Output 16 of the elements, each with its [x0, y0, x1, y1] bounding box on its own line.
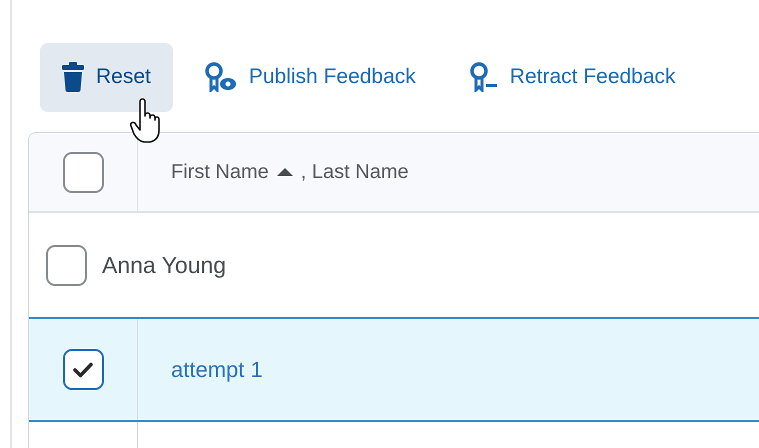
sort-up-icon: [276, 167, 294, 177]
checkbox[interactable]: [46, 244, 87, 286]
student-name: Anna Young: [102, 250, 226, 280]
toolbar-button[interactable]: Reset: [40, 42, 173, 112]
ribbon-eye-icon: [204, 62, 237, 92]
column-header-link[interactable]: , Last Name: [300, 157, 409, 187]
trash-icon: [62, 62, 84, 92]
column-header-link[interactable]: First Name: [171, 157, 269, 187]
table-row[interactable]: attempt 1: [29, 317, 759, 422]
attempt-link[interactable]: attempt 1: [171, 353, 263, 386]
checkbox[interactable]: [62, 152, 104, 192]
checkbox[interactable]: [62, 349, 104, 390]
toolbar-button[interactable]: Retract Feedback: [448, 42, 698, 112]
toolbar-button[interactable]: Publish Feedback: [182, 42, 438, 112]
checkmark-icon: [73, 362, 93, 378]
ribbon-minus-icon: [470, 62, 498, 92]
